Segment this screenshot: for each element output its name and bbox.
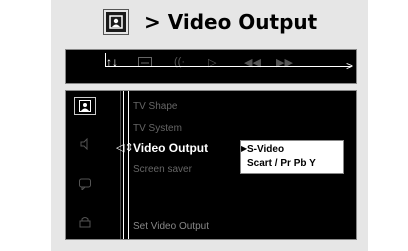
page-title: > Video Output [144, 10, 318, 34]
fast-forward-icon[interactable]: ▶▶ [276, 54, 293, 70]
selection-marker: ◁⇕ [116, 142, 134, 154]
top-toolbar: ↑↓ ((· ▷ ◀◀ ▶▶ > [65, 49, 357, 84]
tools-icon[interactable]: ↑↓ [106, 54, 118, 70]
audio-icon[interactable]: ((· [174, 54, 185, 70]
option-s-video[interactable]: S-Video [247, 144, 284, 155]
play-icon[interactable]: ▷ [208, 54, 216, 70]
menu-column-line [123, 91, 124, 239]
lock-icon[interactable] [74, 213, 96, 231]
menu-item-video-output[interactable]: Video Output [133, 141, 208, 155]
status-text: Set Video Output [133, 221, 209, 232]
subtitle-icon[interactable] [138, 54, 152, 70]
toolbar-track-line [105, 66, 351, 67]
tv-screen-icon[interactable] [74, 97, 96, 115]
settings-panel: TV Shape TV System ◁⇕ Video Output Scree… [65, 90, 357, 240]
menu-item-tv-shape[interactable]: TV Shape [133, 101, 177, 112]
toolbar-selection-marker [105, 53, 106, 67]
subtitle-bubble-icon[interactable] [74, 175, 96, 193]
video-output-options: ▶ S-Video Scart / Pr Pb Y [240, 140, 344, 174]
speaker-icon[interactable] [74, 135, 96, 153]
chevron-right-icon: > [346, 59, 354, 73]
sidebar-divider [120, 91, 121, 239]
tv-screen-icon [103, 9, 129, 35]
menu-item-screen-saver[interactable]: Screen saver [133, 164, 192, 175]
menu-column-line [128, 91, 129, 239]
rewind-icon[interactable]: ◀◀ [244, 54, 261, 70]
menu-item-tv-system[interactable]: TV System [133, 123, 182, 134]
option-scart[interactable]: Scart / Pr Pb Y [247, 158, 316, 169]
